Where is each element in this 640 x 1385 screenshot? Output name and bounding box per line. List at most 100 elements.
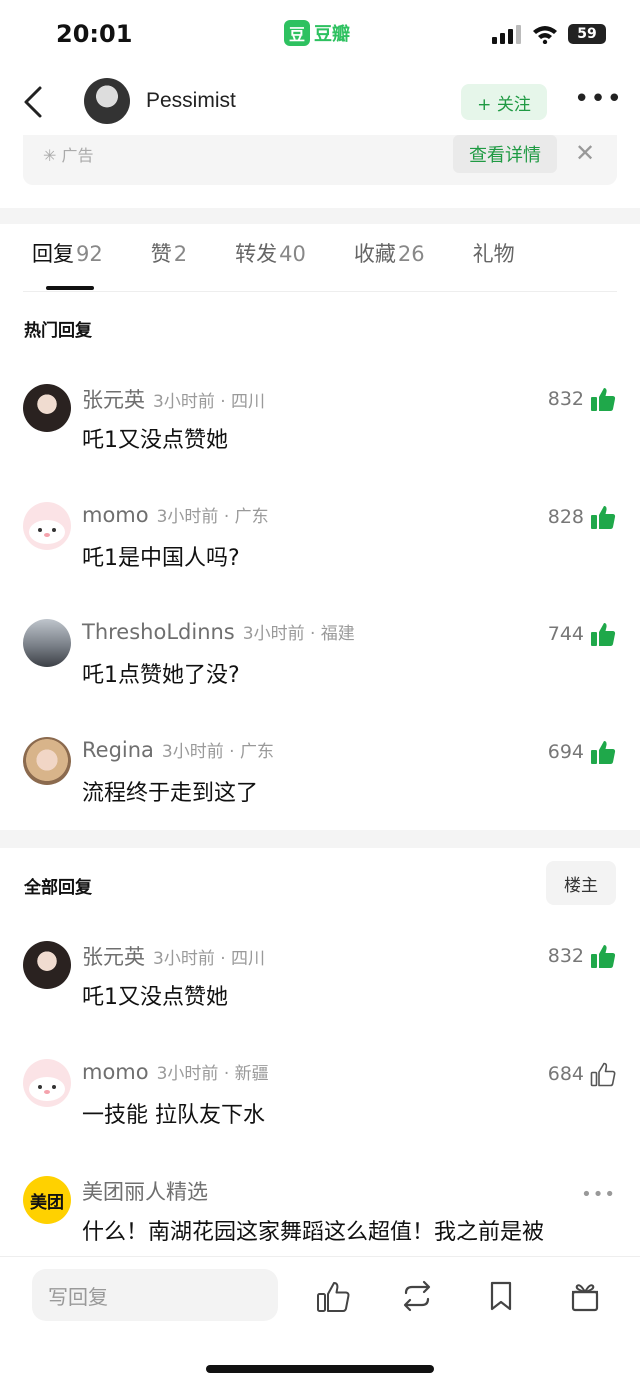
comment-item[interactable]: 张元英 3小时前 · 四川 吒1又没点赞她 832	[0, 384, 640, 484]
signal-icon	[492, 25, 521, 44]
tab-reposts-label: 转发	[235, 242, 278, 266]
status-bar: 20:01 豆 豆瓣 59	[0, 0, 640, 70]
like-button[interactable]: 694	[548, 739, 616, 765]
thumbs-up-filled-icon	[591, 623, 616, 646]
avatar[interactable]	[23, 941, 71, 989]
comment-text: 什么！南湖花园这家舞蹈这么超值！我之前是被	[82, 1220, 545, 1245]
repost-icon[interactable]	[400, 1279, 434, 1313]
section-divider	[0, 830, 640, 848]
bookmark-icon[interactable]	[484, 1279, 518, 1313]
tab-replies-count: 92	[76, 242, 103, 266]
tab-reposts[interactable]: 转发40	[235, 238, 306, 282]
like-count: 744	[547, 623, 584, 645]
author-name[interactable]: Pessimist	[146, 89, 236, 113]
comment-user[interactable]: momo	[82, 1060, 149, 1084]
ad-comment-item[interactable]: 美团 美团丽人精选 ••• 什么！南湖花园这家舞蹈这么超值！我之前是被	[0, 1176, 640, 1256]
reaction-tabs: 回复92 赞2 转发40 收藏26 礼物	[32, 238, 563, 294]
status-time: 20:01	[56, 20, 133, 48]
bottom-action-bar: 写回复	[0, 1256, 640, 1385]
avatar[interactable]	[23, 384, 71, 432]
follow-button[interactable]: + 关注	[461, 84, 547, 120]
tab-gifts[interactable]: 礼物	[473, 238, 515, 282]
tab-replies[interactable]: 回复92	[32, 238, 103, 282]
comment-meta: 3小时前 · 广东	[161, 742, 274, 762]
comment-text: 吒1是中国人吗?	[82, 546, 240, 571]
like-count: 694	[547, 741, 584, 763]
more-options-button[interactable]: •••	[574, 86, 622, 116]
comment-item[interactable]: Regina 3小时前 · 广东 流程终于走到这了 694	[0, 737, 640, 837]
douban-logo-icon: 豆	[284, 20, 310, 46]
close-icon[interactable]: ✕	[575, 139, 595, 167]
author-avatar[interactable]	[84, 78, 130, 124]
status-app-indicator: 豆 豆瓣	[284, 20, 350, 46]
tab-collections-count: 26	[397, 242, 425, 266]
comment-user[interactable]: momo	[82, 503, 149, 527]
home-indicator	[206, 1365, 434, 1373]
comment-text: 吒1又没点赞她	[82, 985, 228, 1010]
comment-meta: 3小时前 · 福建	[242, 624, 355, 644]
thumbs-up-outline-icon	[590, 1062, 616, 1087]
comment-meta: 3小时前 · 四川	[153, 392, 266, 412]
tab-likes[interactable]: 赞2	[151, 238, 187, 282]
like-button[interactable]: 744	[548, 621, 616, 647]
hot-replies-title: 热门回复	[24, 321, 92, 341]
comment-text: 流程终于走到这了	[82, 781, 259, 806]
ad-detail-button[interactable]: 查看详情	[453, 135, 557, 173]
comment-user[interactable]: 张元英	[82, 384, 145, 414]
section-divider	[0, 208, 640, 224]
avatar[interactable]	[23, 502, 71, 550]
status-app-name: 豆瓣	[314, 24, 350, 45]
tab-gifts-label: 礼物	[472, 242, 515, 266]
wifi-icon	[533, 26, 557, 44]
comment-item[interactable]: 张元英 3小时前 · 四川 吒1又没点赞她 832	[0, 941, 640, 1041]
gift-icon[interactable]	[568, 1279, 602, 1313]
comment-header: momo 3小时前 · 广东	[82, 502, 269, 527]
thumbs-up-filled-icon	[591, 506, 616, 529]
back-button[interactable]	[18, 82, 54, 122]
comment-user[interactable]: 张元英	[82, 941, 145, 971]
like-button[interactable]: 684	[548, 1061, 616, 1087]
comment-item[interactable]: ThreshoLdinns 3小时前 · 福建 吒1点赞她了没? 744	[0, 619, 640, 719]
cartoon-avatar-icon	[29, 1077, 65, 1101]
tab-collections-label: 收藏	[353, 242, 396, 266]
comment-item[interactable]: momo 3小时前 · 新疆 一技能 拉队友下水 684	[0, 1059, 640, 1159]
battery-icon: 59	[568, 24, 606, 44]
active-tab-indicator	[46, 286, 94, 290]
comment-user[interactable]: 美团丽人精选	[82, 1176, 208, 1206]
like-button[interactable]: 832	[548, 943, 616, 969]
tab-likes-label: 赞	[150, 242, 172, 266]
avatar[interactable]	[23, 619, 71, 667]
reply-input[interactable]: 写回复	[32, 1269, 278, 1321]
thumbs-up-icon[interactable]	[316, 1279, 350, 1313]
comment-item[interactable]: momo 3小时前 · 广东 吒1是中国人吗? 828	[0, 502, 640, 602]
more-options-icon[interactable]: •••	[581, 1184, 616, 1205]
like-button[interactable]: 832	[548, 386, 616, 412]
comment-user[interactable]: ThreshoLdinns	[82, 620, 235, 644]
like-count: 684	[547, 1063, 584, 1085]
thumbs-up-filled-icon	[591, 945, 616, 968]
like-button[interactable]: 828	[548, 504, 616, 530]
comment-header: 美团丽人精选	[82, 1176, 208, 1206]
ad-banner: ✳ 广告 查看详情 ✕	[23, 135, 617, 185]
like-count: 832	[547, 945, 584, 967]
comment-user[interactable]: Regina	[82, 738, 154, 762]
comment-meta: 3小时前 · 新疆	[156, 1064, 269, 1084]
comment-header: momo 3小时前 · 新疆	[82, 1059, 269, 1084]
ad-label: ✳ 广告	[43, 142, 94, 166]
thumbs-up-filled-icon	[591, 388, 616, 411]
tab-collections[interactable]: 收藏26	[354, 238, 425, 282]
tab-likes-count: 2	[173, 242, 188, 266]
cartoon-avatar-icon	[29, 520, 65, 544]
owner-filter-button[interactable]: 楼主	[546, 861, 616, 905]
tab-replies-label: 回复	[32, 242, 74, 266]
comment-meta: 3小时前 · 广东	[156, 507, 269, 527]
avatar[interactable]: 美团	[23, 1176, 71, 1224]
all-replies-title: 全部回复	[24, 878, 92, 898]
ad-label-text: 广告	[61, 146, 94, 165]
avatar[interactable]	[23, 1059, 71, 1107]
comment-header: 张元英 3小时前 · 四川	[82, 941, 265, 971]
avatar[interactable]	[23, 737, 71, 785]
comment-text: 吒1点赞她了没?	[82, 663, 240, 688]
tabs-divider	[23, 291, 617, 292]
comment-meta: 3小时前 · 四川	[153, 949, 266, 969]
